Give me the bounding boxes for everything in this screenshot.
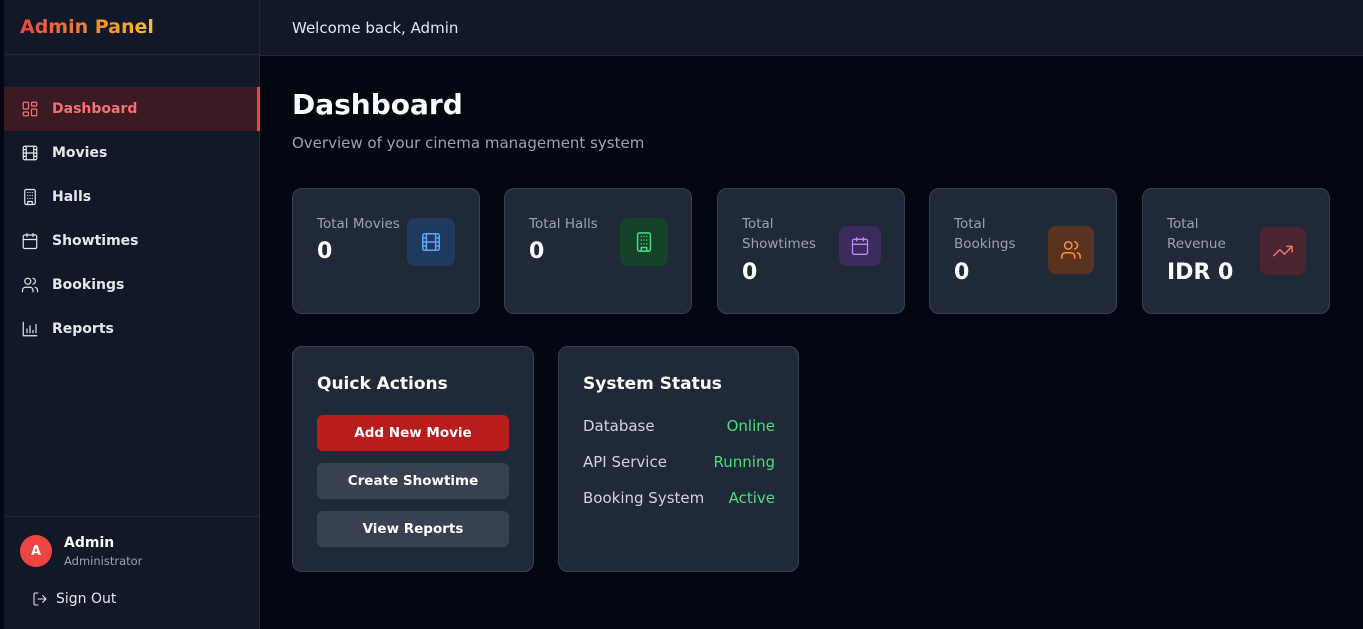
add-new-movie-button[interactable]: Add New Movie [317, 415, 509, 451]
sign-out-icon [33, 592, 47, 606]
create-showtime-button[interactable]: Create Showtime [317, 463, 509, 499]
welcome-text: Welcome back, Admin [292, 18, 459, 37]
quick-actions-panel: Quick Actions Add New Movie Create Showt… [292, 346, 534, 572]
user-box: A Admin Administrator Sign Out [4, 516, 259, 629]
calendar-icon [839, 226, 881, 266]
stat-card-showtimes: Total Showtimes 0 [717, 188, 905, 314]
status-name: Database [583, 417, 655, 435]
sidebar-nav: Dashboard Movies Halls Showtimes Booking… [4, 87, 260, 351]
stat-value: 0 [742, 260, 758, 285]
status-row: Booking System Active [583, 489, 775, 507]
status-name: Booking System [583, 489, 705, 507]
status-value: Online [726, 417, 775, 435]
status-row: Database Online [583, 417, 775, 435]
user-name: Admin [64, 535, 115, 551]
dashboard-icon [20, 99, 40, 119]
trending-up-icon [1260, 227, 1306, 275]
stat-value: 0 [954, 260, 970, 285]
sign-out-button[interactable]: Sign Out [32, 591, 116, 607]
bar-chart-icon [20, 319, 40, 339]
users-icon [1048, 226, 1094, 274]
sidebar-item-bookings[interactable]: Bookings [4, 263, 259, 307]
sidebar-item-dashboard[interactable]: Dashboard [4, 87, 260, 131]
sidebar-item-label: Showtimes [52, 233, 139, 249]
page-title: Dashboard [292, 88, 463, 121]
status-name: API Service [583, 453, 667, 471]
stat-label: Total Showtimes [742, 216, 816, 252]
stat-label: Total Movies [317, 216, 400, 232]
sidebar-item-showtimes[interactable]: Showtimes [4, 219, 259, 263]
top-bar: Welcome back, Admin [260, 0, 1363, 56]
status-value: Active [728, 489, 775, 507]
stat-card-revenue: Total Revenue IDR 0 [1142, 188, 1330, 314]
sidebar-item-label: Reports [52, 321, 114, 337]
building-icon [20, 187, 40, 207]
quick-actions-title: Quick Actions [317, 374, 448, 394]
stat-value: 0 [317, 239, 333, 264]
stat-card-halls: Total Halls 0 [504, 188, 692, 314]
building-icon [620, 218, 668, 266]
stat-value: IDR 0 [1167, 260, 1234, 285]
sidebar-item-label: Dashboard [52, 101, 138, 117]
stat-card-movies: Total Movies 0 [292, 188, 480, 314]
stat-card-bookings: Total Bookings 0 [929, 188, 1117, 314]
avatar: A [20, 535, 52, 567]
system-status-panel: System Status Database Online API Servic… [558, 346, 799, 572]
stat-label: Total Revenue [1167, 216, 1226, 252]
sidebar-item-reports[interactable]: Reports [4, 307, 259, 351]
sidebar-item-label: Movies [52, 145, 108, 161]
users-icon [20, 275, 40, 295]
user-role: Administrator [64, 554, 143, 568]
page-subtitle: Overview of your cinema management syste… [292, 134, 645, 152]
stat-value: 0 [529, 239, 545, 264]
sidebar-item-halls[interactable]: Halls [4, 175, 259, 219]
brand: Admin Panel [4, 0, 259, 55]
calendar-icon [20, 231, 40, 251]
sign-out-label: Sign Out [56, 591, 117, 607]
sidebar-item-movies[interactable]: Movies [4, 131, 259, 175]
sidebar-item-label: Bookings [52, 277, 125, 293]
system-status-title: System Status [583, 374, 722, 394]
brand-title[interactable]: Admin Panel [20, 16, 154, 38]
sidebar-item-label: Halls [52, 189, 92, 205]
film-icon [20, 143, 40, 163]
stat-label: Total Halls [529, 216, 598, 232]
view-reports-button[interactable]: View Reports [317, 511, 509, 547]
film-icon [407, 218, 455, 266]
sidebar: Admin Panel Dashboard Movies Halls Showt… [0, 0, 260, 629]
status-row: API Service Running [583, 453, 775, 471]
status-value: Running [713, 453, 775, 471]
stat-label: Total Bookings [954, 216, 1016, 252]
